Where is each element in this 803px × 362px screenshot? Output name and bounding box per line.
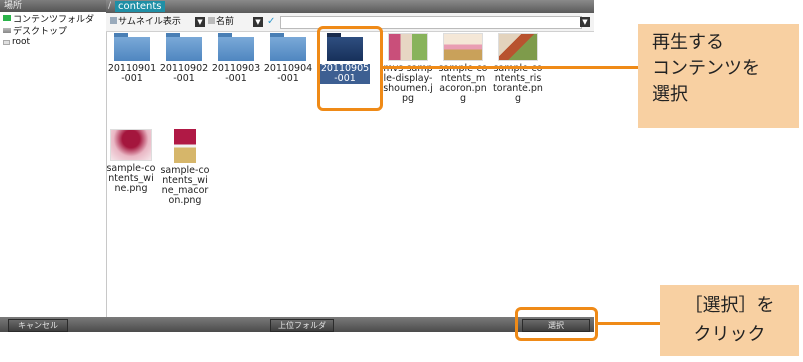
view-mode-label: サムネイル表示 xyxy=(118,17,181,27)
path-bar: / contents xyxy=(106,0,594,13)
file-label: sample-contents_ristorante.png xyxy=(493,64,543,104)
sort-select[interactable]: 名前 xyxy=(208,16,234,28)
sidebar-item-root[interactable]: root xyxy=(0,36,106,48)
folder-icon xyxy=(218,33,254,61)
cancel-button[interactable]: キャンセル xyxy=(8,319,68,332)
path-separator: / xyxy=(108,1,112,11)
folder-icon xyxy=(166,33,202,61)
callout-play: 再生する コンテンツを 選択 xyxy=(638,24,799,128)
callout-text: 選択 xyxy=(652,84,688,105)
file-label: 20110902-001 xyxy=(159,63,209,84)
file-browser-window: 場所 コンテンツフォルダ デスクトップ root / contents サムネイ… xyxy=(0,0,594,362)
callout-text: 再生する xyxy=(652,32,724,53)
filter-check-icon: ✓ xyxy=(267,16,276,27)
callout-click: ［選択］を クリック xyxy=(660,285,799,356)
selection-highlight xyxy=(317,26,383,111)
thumbnail-view-icon xyxy=(110,17,117,24)
chevron-down-icon[interactable]: ▼ xyxy=(195,17,205,27)
file-item-image[interactable]: sample-contents_wine_macoron.png xyxy=(160,129,210,206)
image-thumbnail xyxy=(110,129,152,161)
drive-icon xyxy=(3,39,10,45)
sidebar-header: 場所 xyxy=(0,0,106,12)
file-label: sample-contents_wine_macoron.png xyxy=(160,165,210,206)
path-segment-contents[interactable]: contents xyxy=(115,1,165,12)
file-label: 20110901-001 xyxy=(107,63,157,84)
file-item-folder[interactable]: 20110901-001 xyxy=(107,33,157,84)
file-label: mvs-sample-display-shoumen.jpg xyxy=(383,64,433,104)
file-item-folder[interactable]: 20110902-001 xyxy=(159,33,209,84)
file-item-folder[interactable]: 20110904-001 xyxy=(263,33,313,84)
chevron-down-icon[interactable]: ▼ xyxy=(580,17,590,27)
file-item-folder[interactable]: 20110903-001 xyxy=(211,33,261,84)
sidebar-item-desktop[interactable]: デスクトップ xyxy=(0,24,106,37)
sidebar: コンテンツフォルダ デスクトップ root xyxy=(0,12,107,317)
callout-text: クリック xyxy=(693,324,766,345)
view-mode-select[interactable]: サムネイル表示 xyxy=(110,16,181,28)
file-label: sample-contents_wine.png xyxy=(106,163,156,194)
select-button-highlight xyxy=(515,307,598,341)
image-thumbnail xyxy=(443,33,483,61)
file-label: sample-contents_macoron.png xyxy=(438,64,487,104)
chevron-down-icon[interactable]: ▼ xyxy=(253,17,263,27)
desktop-icon xyxy=(3,27,11,33)
file-item-image[interactable]: sample-contents_wine.png xyxy=(106,129,156,194)
folder-green-icon xyxy=(3,15,11,21)
callout-connector xyxy=(598,322,660,325)
callout-text: コンテンツを xyxy=(652,58,760,79)
image-thumbnail xyxy=(388,33,428,61)
sort-label: 名前 xyxy=(216,17,235,27)
parent-folder-button[interactable]: 上位フォルダ xyxy=(270,319,334,332)
callout-connector xyxy=(383,66,638,69)
image-thumbnail xyxy=(174,129,196,163)
callout-text: ［選択］を xyxy=(684,295,775,316)
bottom-bar: キャンセル 上位フォルダ 選択 xyxy=(0,317,594,332)
folder-icon xyxy=(114,33,150,61)
sidebar-item-label: root xyxy=(12,37,31,47)
folder-icon xyxy=(270,33,306,61)
file-label: 20110904-001 xyxy=(263,63,313,84)
sidebar-item-contents-folder[interactable]: コンテンツフォルダ xyxy=(0,12,106,25)
sort-icon xyxy=(208,17,215,24)
file-label: 20110903-001 xyxy=(211,63,261,84)
sidebar-item-label: デスクトップ xyxy=(13,26,68,37)
image-thumbnail xyxy=(498,33,538,61)
